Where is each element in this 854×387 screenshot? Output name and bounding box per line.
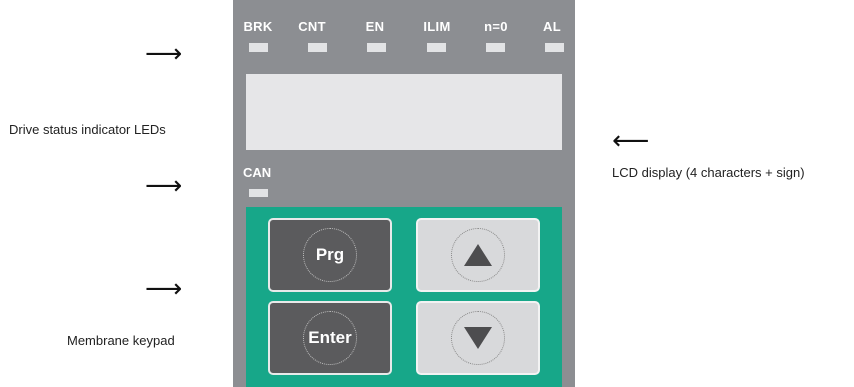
caption-status-leds: Drive status indicator LEDs <box>9 122 166 137</box>
up-button[interactable] <box>416 218 540 292</box>
led-can <box>249 189 268 197</box>
caption-lcd: LCD display (4 characters + sign) <box>612 165 805 180</box>
enter-button[interactable]: Enter <box>268 301 392 375</box>
led-label-brk: BRK <box>243 19 273 34</box>
led-label-al: AL <box>543 19 561 34</box>
led-label-n0: n=0 <box>484 19 508 34</box>
led-cnt <box>308 43 327 52</box>
led-label-en: EN <box>365 19 385 34</box>
down-button[interactable] <box>416 301 540 375</box>
led-label-can: CAN <box>243 165 272 180</box>
membrane-keypad: Prg Enter <box>246 207 562 387</box>
down-triangle-icon <box>464 327 492 349</box>
led-ilim <box>427 43 446 52</box>
caption-keypad: Membrane keypad <box>67 333 175 348</box>
led-label-ilim: ILIM <box>423 19 451 34</box>
led-label-cnt: CNT <box>298 19 326 34</box>
lcd-display <box>246 74 562 150</box>
drive-front-panel: BRK CNT EN ILIM n=0 AL CAN Prg Enter <box>233 0 575 387</box>
led-en <box>367 43 386 52</box>
enter-button-label: Enter <box>308 328 352 347</box>
arrow-to-status-leds-icon: ⟶ <box>145 39 183 69</box>
arrow-to-lcd-icon: ⟵ <box>612 126 650 156</box>
arrow-to-keypad-icon: ⟶ <box>145 274 183 304</box>
led-n0 <box>486 43 505 52</box>
arrow-to-can-led-icon: ⟶ <box>145 171 183 201</box>
led-al <box>545 43 564 52</box>
prg-button-label: Prg <box>315 245 345 264</box>
prg-button[interactable]: Prg <box>268 218 392 292</box>
up-triangle-icon <box>464 244 492 266</box>
led-brk <box>249 43 268 52</box>
